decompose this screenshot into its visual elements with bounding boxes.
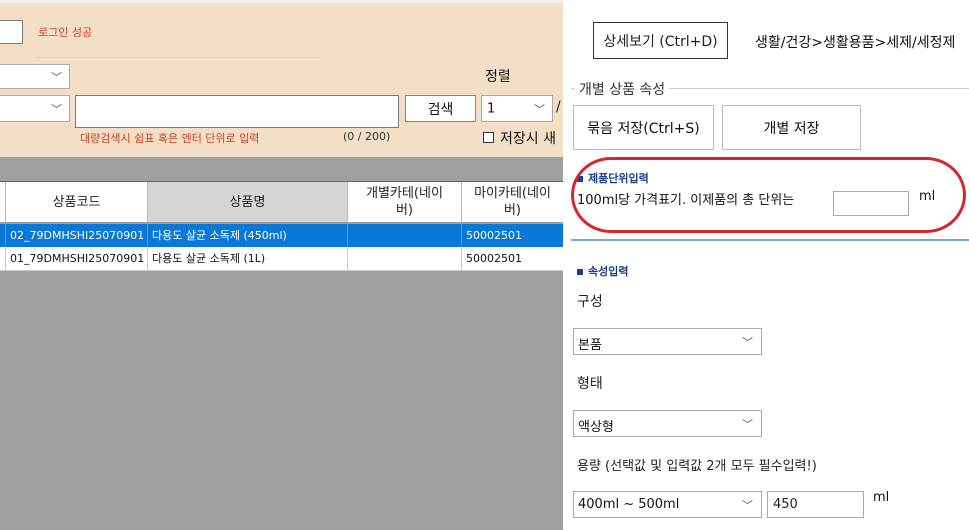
form-dropdown[interactable]: 액상형 ﹀ xyxy=(573,410,762,437)
section-title: 개별 상품 속성 xyxy=(575,79,670,99)
capacity-value: 400ml ~ 500ml xyxy=(578,497,680,512)
save-checkbox[interactable] xyxy=(483,132,494,143)
save-checkbox-label: 저장시 새 xyxy=(500,131,556,147)
composition-value: 본품 xyxy=(578,338,602,353)
bulk-search-input[interactable] xyxy=(75,95,399,128)
filter-dropdown-1[interactable]: ﹀ xyxy=(0,64,70,89)
chevron-down-icon: ﹀ xyxy=(742,336,753,349)
total-unit-input[interactable] xyxy=(833,191,909,216)
composition-label: 구성 xyxy=(577,294,603,310)
search-counter: (0 / 200) xyxy=(343,130,391,143)
column-header-category[interactable]: 개별카테(네이버) xyxy=(348,182,462,222)
column-header-name[interactable]: 상품명 xyxy=(148,182,348,222)
cell-my-category: 50002501 xyxy=(466,229,522,242)
attr-section-title: 속성입력 xyxy=(577,263,628,279)
product-list-panel: 로그인 성공 ﹀ ﹀ 검색 정렬 1 ﹀ / 대량검색시 쉼표 혹은 엔터 단위… xyxy=(0,0,563,530)
capacity-label: 용량 (선택값 및 입력값 2개 모두 필수입력!) xyxy=(577,459,817,474)
chevron-down-icon: ﹀ xyxy=(742,499,753,512)
cell-name: 다용도 살균 소독제 (1L) xyxy=(148,247,348,270)
detail-view-button[interactable]: 상세보기 (Ctrl+D) xyxy=(593,22,728,59)
table-row[interactable]: 02_79DMHSHI25070901 다용도 살균 소독제 (450ml) 5… xyxy=(0,224,563,247)
capacity-dropdown[interactable]: 400ml ~ 500ml ﹀ xyxy=(573,491,762,518)
column-header-my-category[interactable]: 마이카테(네이버) xyxy=(462,182,563,222)
cell-name: 다용도 살균 소독제 (450ml) xyxy=(148,224,348,247)
search-hint: 대량검색시 쉼표 혹은 엔터 단위로 입력 xyxy=(80,132,260,145)
cell-category xyxy=(348,247,462,270)
capacity-ml-label: ml xyxy=(873,490,890,505)
cell-code: 02_79DMHSHI25070901 xyxy=(6,224,148,247)
chevron-down-icon: ﹀ xyxy=(534,102,545,116)
chevron-down-icon: ﹀ xyxy=(742,418,753,431)
search-button[interactable]: 검색 xyxy=(405,95,476,122)
form-label: 형태 xyxy=(577,376,603,392)
square-bullet-icon xyxy=(577,176,583,182)
unit-label: 100ml당 가격표기. 이제품의 총 단위는 xyxy=(577,193,795,208)
capacity-input[interactable]: 450 xyxy=(767,491,864,518)
table-row[interactable]: 01_79DMHSHI25070901 다용도 살균 소독제 (1L) 5000… xyxy=(0,247,563,271)
cell-code: 01_79DMHSHI25070901 xyxy=(6,247,148,270)
login-status: 로그인 성공 xyxy=(38,26,93,39)
cell-category xyxy=(348,224,462,247)
column-header-code[interactable]: 상품코드 xyxy=(6,182,148,222)
login-field[interactable] xyxy=(0,20,23,44)
form-value: 액상형 xyxy=(578,420,614,435)
search-filter-area: 로그인 성공 ﹀ ﹀ 검색 정렬 1 ﹀ / 대량검색시 쉼표 혹은 엔터 단위… xyxy=(0,0,563,157)
category-breadcrumb: 생활/건강>생활용품>세제/세정제 xyxy=(755,35,956,51)
unit-section-title: 제품단위입력 xyxy=(577,170,649,186)
filter-dropdown-2[interactable]: ﹀ xyxy=(0,95,70,122)
slash-separator: / xyxy=(556,99,561,115)
cell-my-category: 50002501 xyxy=(466,252,522,265)
unit-ml-label: ml xyxy=(919,189,936,204)
sort-label: 정렬 xyxy=(485,69,511,85)
grid-header: 상품코드 상품명 개별카테(네이버) 마이카테(네이버) xyxy=(0,181,563,223)
chevron-down-icon: ﹀ xyxy=(51,70,62,84)
detail-panel: 상세보기 (Ctrl+D) 생활/건강>생활용품>세제/세정제 개별 상품 속성… xyxy=(563,0,969,530)
sort-value: 1 xyxy=(487,101,496,116)
composition-dropdown[interactable]: 본품 ﹀ xyxy=(573,328,762,355)
bundle-save-button[interactable]: 묶음 저장(Ctrl+S) xyxy=(573,105,714,150)
sort-dropdown[interactable]: 1 ﹀ xyxy=(481,95,553,122)
square-bullet-icon xyxy=(577,269,583,275)
individual-save-button[interactable]: 개별 저장 xyxy=(722,105,861,150)
chevron-down-icon: ﹀ xyxy=(51,102,62,116)
